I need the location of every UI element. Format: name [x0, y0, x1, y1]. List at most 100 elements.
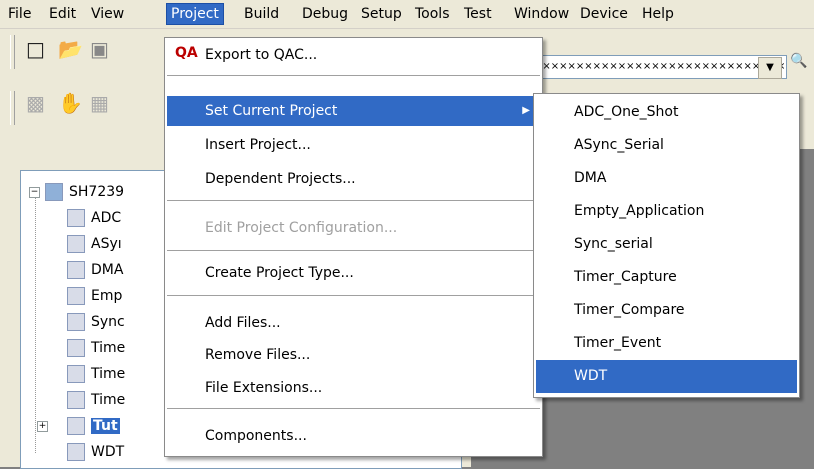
project-icon — [67, 287, 85, 305]
tree-item[interactable]: Sync — [67, 309, 125, 335]
find-icon[interactable]: 🔍 — [790, 53, 807, 69]
project-icon — [67, 339, 85, 357]
tree-item-label: Emp — [91, 288, 123, 304]
project-icon — [67, 417, 85, 435]
submenu-item[interactable]: Timer_Capture — [536, 261, 797, 294]
submenu-item-selected[interactable]: WDT — [536, 360, 797, 393]
submenu-item-label: Timer_Capture — [574, 269, 677, 285]
tree-item-label: ADC — [91, 210, 122, 226]
debug-icon[interactable]: ▩ — [26, 91, 45, 115]
menu-item-label: File Extensions... — [205, 380, 323, 396]
toolbar-combo[interactable]: ×××××××××××××××××××××××××××××× — [533, 55, 787, 79]
menu-item-create-project-type[interactable]: Create Project Type... — [167, 258, 540, 288]
menu-item-set-current-project[interactable]: Set Current Project ▶ — [167, 96, 540, 126]
menu-file[interactable]: File — [4, 4, 35, 24]
tree-item-label: Time — [91, 340, 126, 356]
tree-item-label: Time — [91, 392, 126, 408]
submenu-item[interactable]: Timer_Compare — [536, 294, 797, 327]
menu-project[interactable]: Project — [166, 3, 224, 25]
submenu-item-label: ASync_Serial — [574, 137, 664, 153]
workspace-icon — [45, 183, 63, 201]
menu-build[interactable]: Build — [240, 4, 283, 24]
menu-item-insert-project[interactable]: Insert Project... — [167, 130, 540, 160]
project-icon — [67, 365, 85, 383]
toolbar-grip[interactable] — [10, 91, 15, 125]
hand-icon[interactable]: ✋ — [58, 91, 83, 115]
menu-item-remove-files[interactable]: Remove Files... — [167, 340, 540, 370]
menu-edit[interactable]: Edit — [45, 4, 80, 24]
menu-item-label: Remove Files... — [205, 347, 311, 363]
menu-item-label: Export to QAC... — [205, 47, 318, 63]
menu-setup[interactable]: Setup — [357, 4, 406, 24]
submenu-item-label: ADC_One_Shot — [574, 104, 679, 120]
menu-test[interactable]: Test — [460, 4, 496, 24]
menu-help[interactable]: Help — [638, 4, 678, 24]
submenu-item-label: Timer_Compare — [574, 302, 685, 318]
set-current-project-submenu: ADC_One_Shot ASync_Serial DMA Empty_Appl… — [533, 93, 800, 398]
tree-item[interactable]: Time — [67, 335, 125, 361]
menu-item-label: Set Current Project — [205, 103, 338, 119]
menu-item-label: Create Project Type... — [205, 265, 354, 281]
submenu-item[interactable]: DMA — [536, 162, 797, 195]
toolbar-grip[interactable] — [10, 35, 15, 69]
menu-item-dependent-projects[interactable]: Dependent Projects... — [167, 164, 540, 194]
menu-item-add-files[interactable]: Add Files... — [167, 308, 540, 338]
menu-bar: File Edit View Project Build Debug Setup… — [0, 0, 814, 29]
menu-tools[interactable]: Tools — [411, 4, 454, 24]
new-file-icon[interactable]: □ — [26, 37, 45, 61]
project-icon — [67, 209, 85, 227]
project-icon — [67, 443, 85, 461]
project-icon — [67, 261, 85, 279]
menu-item-label: Dependent Projects... — [205, 171, 356, 187]
tree-item-label: DMA — [91, 262, 124, 278]
tree-item[interactable]: ADC — [67, 205, 121, 231]
project-icon — [67, 235, 85, 253]
tree-item[interactable]: Emp — [67, 283, 122, 309]
tree-item[interactable]: DMA — [67, 257, 123, 283]
open-folder-icon[interactable]: 📂 — [58, 37, 83, 61]
tree-item[interactable]: Time — [67, 361, 125, 387]
menu-debug[interactable]: Debug — [298, 4, 352, 24]
menu-item-label: Add Files... — [205, 315, 281, 331]
tree-item-label: Time — [91, 366, 126, 382]
tree-item-label: Tut — [91, 418, 120, 434]
save-icon[interactable]: ▣ — [90, 37, 109, 61]
menu-item-export-qac[interactable]: QA Export to QAC... — [167, 40, 540, 70]
tree-root-label: SH7239 — [69, 184, 125, 200]
project-icon — [67, 391, 85, 409]
menu-item-file-extensions[interactable]: File Extensions... — [167, 373, 540, 403]
submenu-item-label: Timer_Event — [574, 335, 662, 351]
chevron-down-icon[interactable]: ▼ — [758, 57, 782, 79]
menu-item-edit-project-configuration: Edit Project Configuration... — [167, 213, 540, 243]
project-menu: QA Export to QAC... Set Current Project … — [164, 37, 543, 457]
tree-item-selected[interactable]: + Tut — [37, 413, 120, 439]
submenu-item-label: Empty_Application — [574, 203, 705, 219]
tree-item-label: WDT — [91, 444, 125, 460]
submenu-item[interactable]: ADC_One_Shot — [536, 96, 797, 129]
tree-item-label: Sync — [91, 314, 125, 330]
tree-item[interactable]: ASyı — [67, 231, 122, 257]
menu-device[interactable]: Device — [576, 4, 632, 24]
menu-view[interactable]: View — [87, 4, 128, 24]
submenu-item[interactable]: ASync_Serial — [536, 129, 797, 162]
tree-item-label: ASyı — [91, 236, 122, 252]
qac-icon: QA — [175, 45, 198, 61]
collapse-icon[interactable]: − — [29, 187, 40, 198]
submenu-item[interactable]: Empty_Application — [536, 195, 797, 228]
submenu-item-label: WDT — [574, 368, 608, 384]
menu-item-label: Components... — [205, 428, 307, 444]
menu-item-components[interactable]: Components... — [167, 421, 540, 451]
submenu-item[interactable]: Timer_Event — [536, 327, 797, 360]
submenu-item-label: DMA — [574, 170, 607, 186]
project-icon — [67, 313, 85, 331]
menu-item-label: Edit Project Configuration... — [205, 220, 398, 236]
tool-icon[interactable]: ▦ — [90, 91, 109, 115]
submenu-item-label: Sync_serial — [574, 236, 653, 252]
expand-icon[interactable]: + — [37, 421, 48, 432]
submenu-arrow-icon: ▶ — [522, 105, 530, 116]
submenu-item[interactable]: Sync_serial — [536, 228, 797, 261]
tree-item[interactable]: Time — [67, 387, 125, 413]
menu-window[interactable]: Window — [510, 4, 573, 24]
tree-item[interactable]: WDT — [67, 439, 124, 465]
menu-item-label: Insert Project... — [205, 137, 311, 153]
